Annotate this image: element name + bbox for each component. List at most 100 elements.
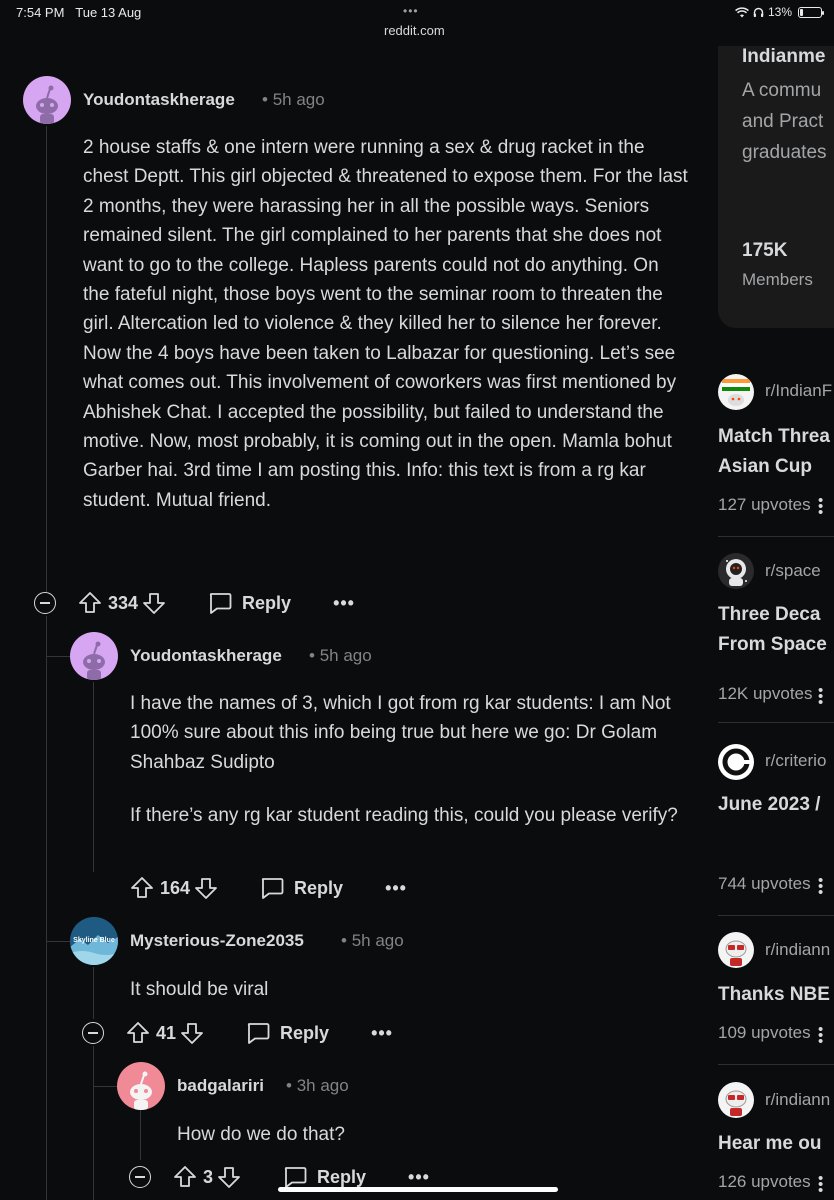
vote-count: 164	[160, 877, 191, 898]
sidebar-post-subreddit[interactable]: r/IndianF	[765, 381, 832, 401]
sidebar-post-subreddit[interactable]: r/indiann	[765, 1090, 830, 1110]
wifi-icon	[735, 6, 749, 17]
thread-branch	[46, 941, 70, 942]
thread-line[interactable]	[93, 967, 94, 1019]
sidebar-post-title[interactable]: Three Deca From Space	[718, 600, 827, 660]
battery-level	[800, 8, 803, 16]
more-options-button[interactable]: •••	[818, 1171, 823, 1198]
community-members-label: Members	[742, 270, 813, 289]
snoo-glasses-icon[interactable]	[718, 1082, 754, 1118]
sidebar-post-subreddit[interactable]: r/space	[765, 561, 821, 581]
astronaut-snoo-icon[interactable]	[718, 553, 754, 589]
more-options-button[interactable]: •••	[818, 873, 823, 900]
reply-bubble-icon	[284, 1167, 307, 1188]
snoo-avatar-icon	[83, 641, 105, 680]
reply-button[interactable]: Reply	[283, 1166, 366, 1188]
downvote-icon[interactable]	[180, 1021, 204, 1045]
sidebar-post-title[interactable]: Thanks NBE	[718, 980, 830, 1010]
status-time: 7:54 PM Tue 13 Aug	[16, 5, 142, 20]
avatar[interactable]: Skyline Blue	[70, 917, 118, 965]
thread-line[interactable]	[93, 682, 94, 872]
collapse-button[interactable]	[34, 592, 56, 614]
more-options-button[interactable]: •••	[818, 493, 823, 520]
reply-bubble-icon	[209, 593, 232, 614]
reply-button[interactable]: Reply	[260, 877, 343, 899]
battery-icon	[798, 6, 824, 18]
reply-bubble-icon	[247, 1023, 270, 1044]
thread-line[interactable]	[140, 1110, 141, 1160]
comment-actions: 164 Reply •••	[130, 876, 407, 900]
upvote-icon[interactable]	[173, 1165, 197, 1189]
comment-timestamp: • 5h ago	[262, 90, 325, 109]
downvote-icon[interactable]	[217, 1165, 241, 1189]
comment-author[interactable]: Mysterious-Zone2035	[130, 931, 304, 951]
snoo-avatar-icon	[130, 1071, 152, 1110]
reply-label: Reply	[317, 1166, 367, 1187]
avatar-text: Skyline Blue	[73, 937, 115, 944]
reply-label: Reply	[242, 592, 292, 613]
sidebar-post-title[interactable]: Hear me ou	[718, 1129, 821, 1159]
vote-count: 41	[156, 1022, 177, 1043]
more-options-button[interactable]: •••	[385, 878, 407, 899]
more-options-button[interactable]: •••	[818, 1022, 823, 1049]
sidebar-post-subreddit[interactable]: r/indiann	[765, 940, 830, 960]
home-indicator[interactable]	[278, 1187, 558, 1192]
sidebar-post-title[interactable]: Match Threa Asian Cup	[718, 422, 830, 482]
sidebar-post-upvotes: 744 upvotes	[718, 874, 811, 893]
downvote-icon[interactable]	[194, 876, 218, 900]
thread-line[interactable]	[46, 126, 47, 592]
criterion-logo-icon[interactable]	[718, 744, 754, 780]
collapse-button[interactable]	[82, 1022, 104, 1044]
thread-branch	[46, 656, 70, 657]
avatar[interactable]	[117, 1062, 165, 1110]
sidebar-post-upvotes: 12K upvotes	[718, 684, 813, 703]
reply-button[interactable]: Reply	[246, 1022, 329, 1044]
snoo-glasses-icon[interactable]	[718, 932, 754, 968]
community-description: A commu and Pract graduates	[742, 80, 827, 163]
snoo-avatar-icon	[36, 85, 58, 124]
comment-body: I have the names of 3, which I got from …	[130, 689, 690, 831]
more-options-button[interactable]: •••	[408, 1167, 430, 1188]
url-bar[interactable]: reddit.com	[384, 23, 445, 38]
browser-menu-dots[interactable]: •••	[403, 4, 419, 18]
thread-branch	[93, 1086, 117, 1087]
comment-timestamp: • 5h ago	[309, 646, 372, 665]
community-members-count: 175K	[742, 240, 788, 261]
sidebar-post-title[interactable]: June 2023 /	[718, 790, 820, 820]
reply-bubble-icon	[261, 878, 284, 899]
more-options-button[interactable]: •••	[818, 683, 823, 710]
avatar[interactable]	[23, 76, 71, 124]
india-flag-snoo-icon[interactable]	[718, 374, 754, 410]
status-indicators: 13%	[735, 5, 824, 19]
comment-body: How do we do that?	[177, 1124, 345, 1145]
upvote-icon[interactable]	[130, 876, 154, 900]
upvote-icon[interactable]	[78, 591, 102, 615]
sidebar-divider	[718, 915, 834, 916]
sidebar-post-subreddit[interactable]: r/criterio	[765, 751, 826, 771]
comment-body: 2 house staffs & one intern were running…	[83, 137, 688, 511]
sidebar-divider	[718, 536, 834, 537]
community-name[interactable]: Indianme	[742, 46, 825, 68]
comment-author[interactable]: Youdontaskherage	[83, 90, 235, 110]
avatar[interactable]	[70, 632, 118, 680]
comment-timestamp: • 5h ago	[341, 931, 404, 950]
comment-author[interactable]: badgalariri	[177, 1076, 264, 1096]
downvote-icon[interactable]	[142, 591, 166, 615]
sidebar-post-upvotes: 109 upvotes	[718, 1023, 811, 1042]
reply-button[interactable]: Reply	[208, 592, 291, 614]
status-bar: 7:54 PM Tue 13 Aug ••• reddit.com 13%	[0, 0, 834, 46]
upvote-icon[interactable]	[126, 1021, 150, 1045]
vote-count: 334	[108, 592, 139, 613]
comment-author[interactable]: Youdontaskherage	[130, 646, 282, 666]
more-options-button[interactable]: •••	[333, 593, 355, 614]
comment-actions: 334 Reply •••	[34, 591, 355, 615]
comment-timestamp: • 3h ago	[286, 1076, 349, 1095]
thread-line[interactable]	[93, 1046, 94, 1200]
battery-percent: 13%	[767, 5, 792, 19]
comment-actions: 3 Reply •••	[129, 1165, 430, 1189]
more-options-button[interactable]: •••	[371, 1023, 393, 1044]
collapse-button[interactable]	[129, 1166, 151, 1188]
vote-count: 3	[203, 1166, 214, 1187]
thread-line[interactable]	[46, 616, 47, 1200]
comment-paragraph: If there’s any rg kar student reading th…	[130, 805, 678, 827]
